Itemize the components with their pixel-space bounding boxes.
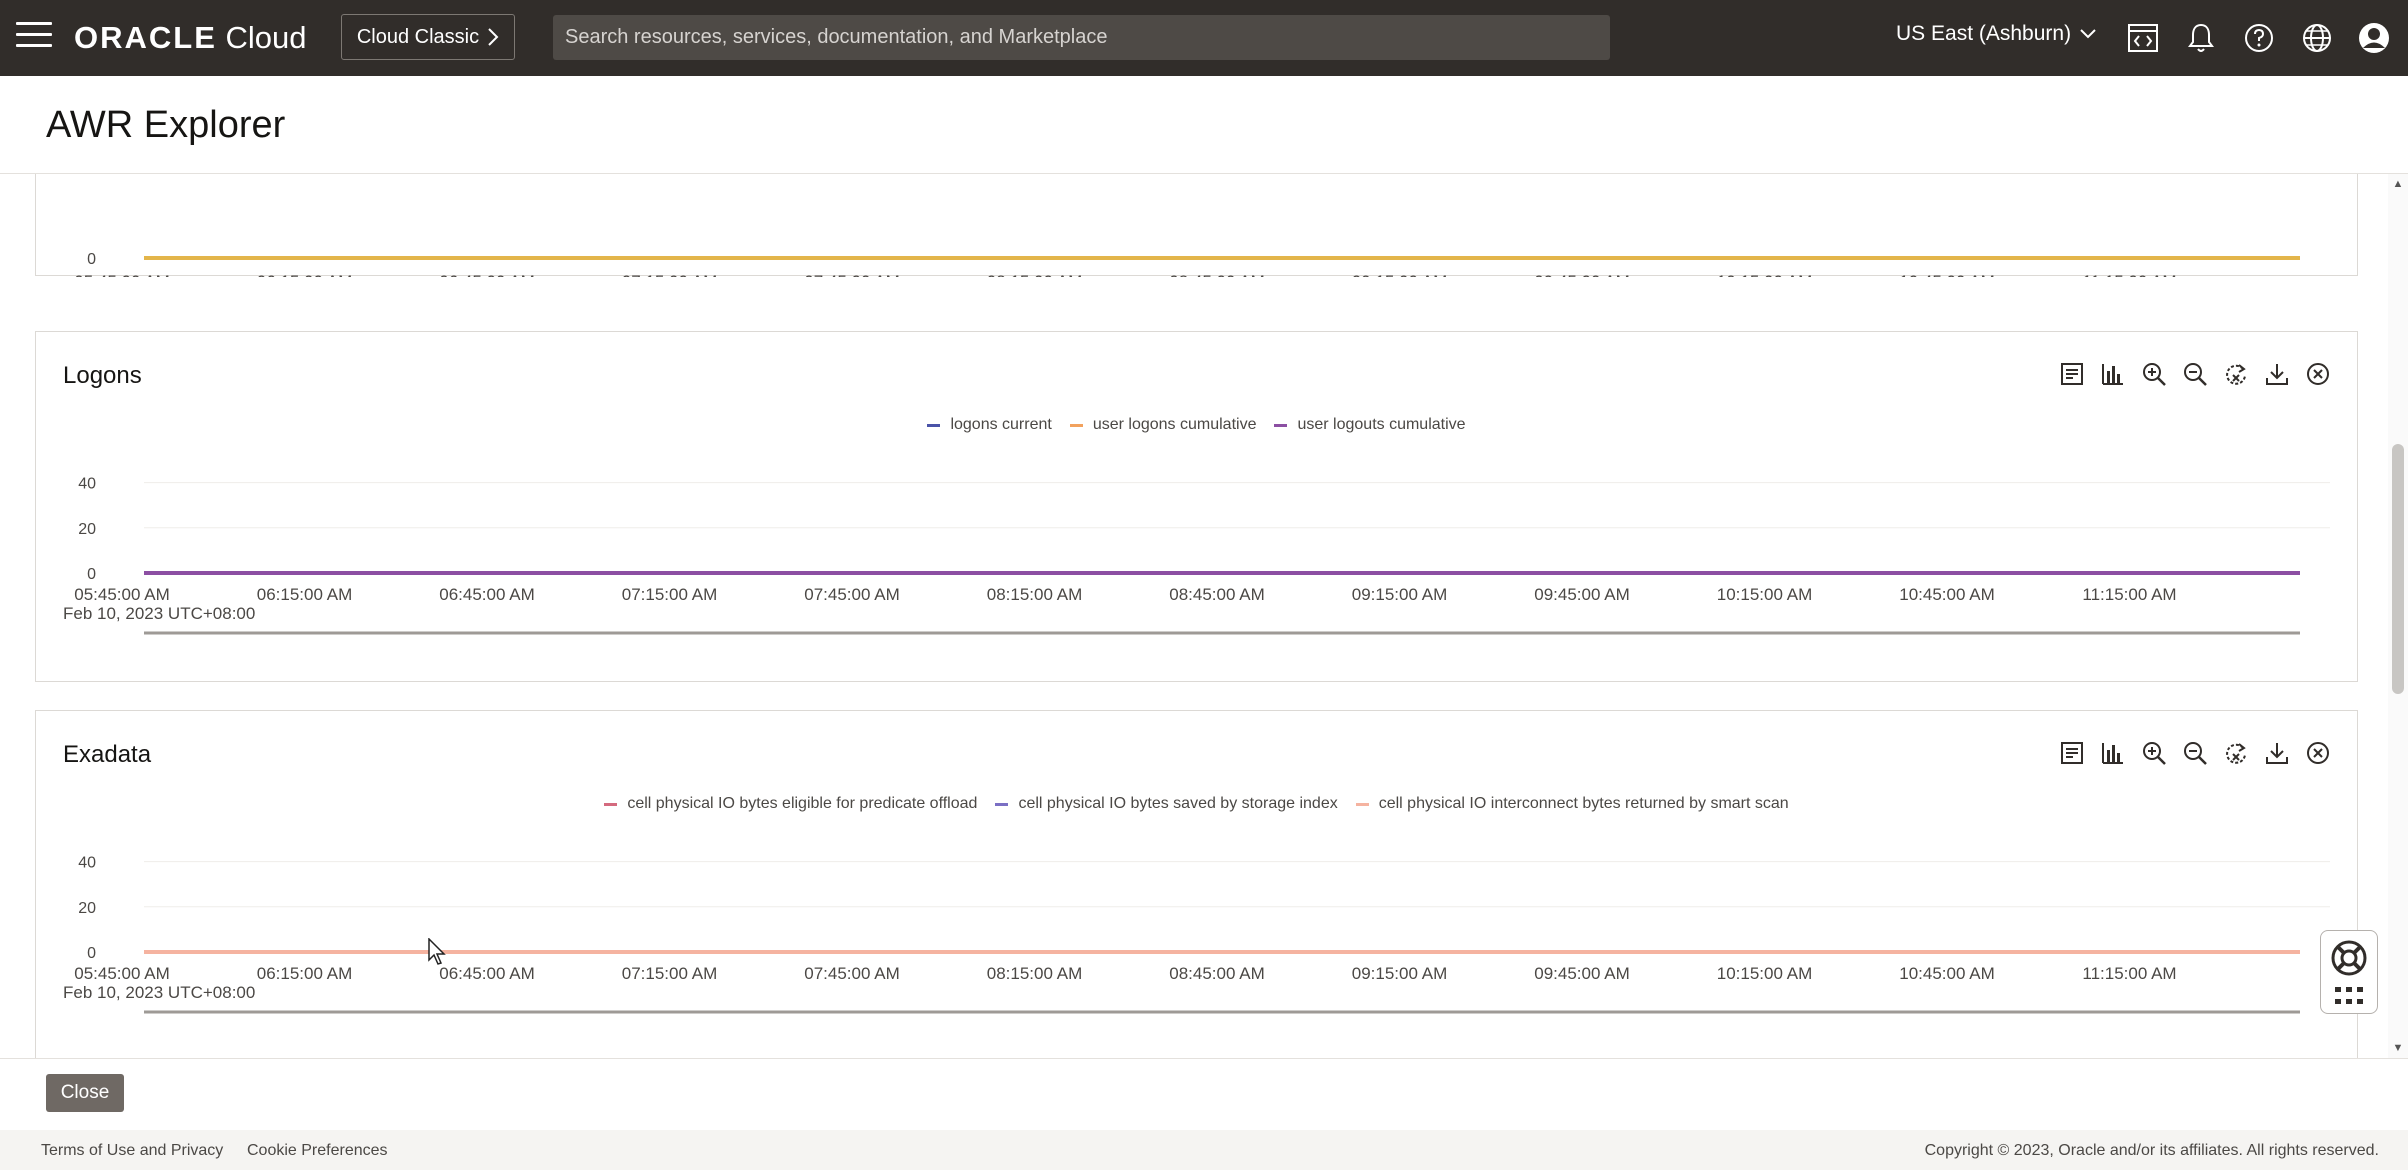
mouse-cursor-icon — [428, 938, 446, 965]
lifebuoy-icon — [2331, 940, 2367, 976]
help-widget[interactable] — [2320, 930, 2378, 1014]
x-tick-label: 10:45:00 AM — [1899, 964, 1994, 983]
charts-scroll-area[interactable]: 0 05:45:00 AM 06:15:00 AM 06:45:00 AM 07:15:… — [0, 174, 2408, 1058]
x-tick-label: 07:15:00 AM — [622, 272, 717, 277]
cloud-classic-label: Cloud Classic — [356, 25, 480, 48]
x-tick-label: 07:45:00 AM — [804, 272, 899, 277]
x-tick-label: 09:45:00 AM — [1534, 964, 1629, 983]
copyright-text: Copyright © 2023, Oracle and/or its affi… — [1924, 1142, 2379, 1159]
y-tick-label: 0 — [87, 251, 96, 268]
x-tick-label: 05:45:00 AM — [74, 964, 169, 983]
x-tick-label: 07:45:00 AM — [804, 585, 899, 604]
x-tick-label: 09:45:00 AM — [1534, 585, 1629, 604]
chart-top: 0 05:45:00 AM 06:15:00 AM 06:45:00 AM 07:15:… — [74, 251, 2300, 277]
terms-link[interactable]: Terms of Use and Privacy — [41, 1142, 223, 1160]
x-tick-label: 11:15:00 AM — [2082, 964, 2176, 983]
x-tick-label: 08:45:00 AM — [1169, 272, 1264, 277]
x-tick-label: 09:15:00 AM — [1352, 585, 1447, 604]
chevron-right-icon — [488, 28, 499, 46]
x-tick-label: 06:45:00 AM — [439, 272, 534, 277]
logo-suffix: Cloud — [225, 20, 307, 55]
x-date-label: Feb 10, 2023 UTC+08:00 — [63, 983, 255, 1002]
x-tick-label: 10:45:00 AM — [1899, 272, 1994, 277]
chart-exadata: 0 20 40 05:45:00 AM 06:15:00 AM 06:45:00 AM 07… — [63, 855, 2330, 1014]
region-selector[interactable]: US East (Ashburn) — [1896, 22, 2097, 46]
chart-panel-top: 0 05:45:00 AM 06:15:00 AM 06:45:00 AM 07:15:… — [35, 174, 2358, 277]
x-tick-label: 11:15:00 AM — [2082, 585, 2176, 604]
y-tick-label: 0 — [87, 566, 96, 583]
page-title: AWR Explorer — [46, 104, 286, 146]
y-tick-label: 20 — [78, 521, 96, 538]
vertical-scrollbar[interactable]: ▲ ▼ — [2388, 174, 2408, 1058]
logo-brand: ORACLE — [74, 20, 217, 55]
x-tick-label: 07:15:00 AM — [622, 585, 717, 604]
close-button[interactable]: Close — [46, 1074, 124, 1112]
y-tick-label: 20 — [78, 900, 96, 917]
scrollbar-thumb[interactable] — [2392, 444, 2404, 694]
top-navigation-bar: ORACLE Cloud Cloud Classic Search resour… — [0, 0, 2408, 76]
x-tick-label: 10:15:00 AM — [1717, 272, 1812, 277]
search-input[interactable]: Search resources, services, documentatio… — [553, 15, 1610, 60]
x-tick-label: 08:15:00 AM — [987, 272, 1082, 277]
x-tick-label: 09:15:00 AM — [1352, 272, 1447, 277]
x-tick-label: 06:15:00 AM — [257, 964, 352, 983]
x-date-label: Feb 10, 2023 UTC+08:00 — [63, 604, 255, 623]
x-tick-label: 08:15:00 AM — [987, 585, 1082, 604]
x-tick-label: 07:15:00 AM — [622, 964, 717, 983]
scroll-up-icon[interactable]: ▲ — [2392, 178, 2404, 190]
x-tick-label: 10:15:00 AM — [1717, 585, 1812, 604]
x-tick-label: 08:45:00 AM — [1169, 585, 1264, 604]
x-tick-label: 09:45:00 AM — [1534, 272, 1629, 277]
region-label: US East (Ashburn) — [1896, 22, 2072, 45]
chart-panel-logons: Logons logons current user logons cumula… — [35, 331, 2358, 682]
bell-icon[interactable] — [2182, 19, 2220, 57]
footer: Terms of Use and Privacy Cookie Preferen… — [0, 1130, 2408, 1170]
globe-icon[interactable] — [2298, 19, 2336, 57]
hamburger-menu-icon[interactable] — [16, 22, 52, 52]
y-tick-label: 40 — [78, 855, 96, 872]
x-tick-label: 06:45:00 AM — [439, 585, 534, 604]
chevron-down-icon — [2080, 29, 2096, 39]
x-tick-label: 10:45:00 AM — [1899, 585, 1994, 604]
x-tick-label: 06:45:00 AM — [439, 964, 534, 983]
x-tick-label: 08:45:00 AM — [1169, 964, 1264, 983]
x-tick-label: 06:15:00 AM — [257, 585, 352, 604]
chart-panel-exadata: Exadata cell physical IO bytes eligible … — [35, 710, 2358, 1058]
scroll-down-icon[interactable]: ▼ — [2392, 1042, 2404, 1054]
x-tick-label: 05:45:00 AM — [74, 272, 169, 277]
x-tick-label: 07:45:00 AM — [804, 964, 899, 983]
x-tick-label: 11:15:00 AM — [2082, 272, 2176, 277]
x-tick-label: 09:15:00 AM — [1352, 964, 1447, 983]
y-tick-label: 40 — [78, 476, 96, 493]
chart-logons: 0 20 40 05:45:00 AM 06:15:00 AM 06:45:00 AM 07… — [63, 476, 2330, 635]
x-tick-label: 05:45:00 AM — [74, 585, 169, 604]
page-header: AWR Explorer — [0, 76, 2408, 174]
cookie-preferences-link[interactable]: Cookie Preferences — [247, 1142, 388, 1160]
app-grid-icon — [2335, 986, 2363, 1004]
oracle-cloud-logo[interactable]: ORACLE Cloud — [74, 20, 307, 56]
x-tick-label: 06:15:00 AM — [257, 272, 352, 277]
user-icon[interactable] — [2355, 19, 2393, 57]
search-placeholder: Search resources, services, documentatio… — [565, 26, 1108, 48]
y-tick-label: 0 — [87, 945, 96, 962]
x-tick-label: 08:15:00 AM — [987, 964, 1082, 983]
x-tick-label: 10:15:00 AM — [1717, 964, 1812, 983]
cloud-classic-button[interactable]: Cloud Classic — [341, 14, 515, 60]
code-editor-icon[interactable] — [2124, 19, 2162, 57]
bottom-action-bar: Close — [0, 1058, 2408, 1130]
help-icon[interactable] — [2240, 19, 2278, 57]
